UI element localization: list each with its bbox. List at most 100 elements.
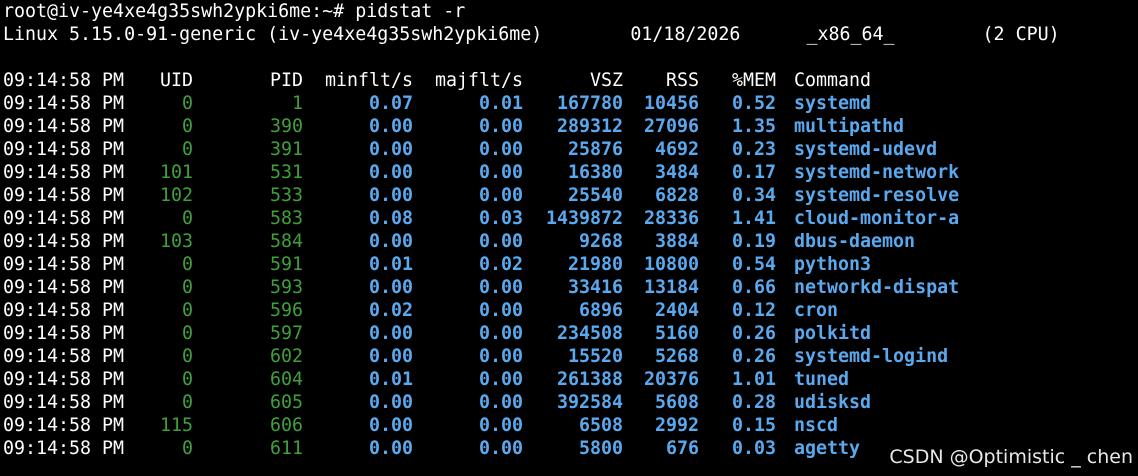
terminal-window[interactable]: root@iv-ye4xe4g35swh2ypki6me:~# pidstat … — [3, 0, 1133, 460]
cell-vsz: 261388 — [556, 369, 623, 390]
cell-uid: 0 — [181, 116, 193, 137]
cell-command: multipathd — [794, 116, 905, 137]
cell-minflt: 0.01 — [368, 254, 413, 275]
cell-minflt: 0.00 — [368, 346, 413, 367]
cell-uid: 0 — [181, 277, 193, 298]
cell-vsz: 6896 — [578, 300, 623, 321]
cell-pid: 583 — [269, 208, 303, 229]
cell-command: systemd-resolve — [794, 185, 960, 206]
cell-minflt: 0.08 — [368, 208, 413, 229]
cell-time: 09:14:58 PM — [3, 162, 125, 183]
table-row: 09:14:58 PM 0 1 0.07 0.01 167780 10456 0.52 syst… — [3, 92, 1133, 115]
cell-vsz: 33416 — [567, 277, 623, 298]
cell-minflt: 0.00 — [368, 323, 413, 344]
cell-rss: 28336 — [643, 208, 699, 229]
cell-rss: 5160 — [654, 323, 699, 344]
cell-uid: 0 — [181, 208, 193, 229]
cell-rss: 4692 — [654, 139, 699, 160]
cell-rss: 20376 — [643, 369, 699, 390]
table-row: 09:14:58 PM 102 533 0.00 0.00 25540 6828 0.34 sy… — [3, 184, 1133, 207]
cell-command: nscd — [794, 415, 839, 436]
cell-uid: 0 — [181, 93, 193, 114]
cell-rss: 676 — [665, 438, 699, 459]
cell-time: 09:14:58 PM — [3, 346, 125, 367]
cell-command: python3 — [794, 254, 872, 275]
cell-pid: 606 — [269, 415, 303, 436]
cell-majflt: 0.00 — [478, 116, 523, 137]
cell-pid: 584 — [269, 231, 303, 252]
cell-majflt: 0.03 — [478, 208, 523, 229]
cell-time: 09:14:58 PM — [3, 139, 125, 160]
table-row: 09:14:58 PM 0 597 0.00 0.00 234508 5160 0.26 pol… — [3, 322, 1133, 345]
cell-pid: 604 — [269, 369, 303, 390]
cell-pid: 391 — [269, 139, 303, 160]
table-row: 09:14:58 PM 0 604 0.01 0.00 261388 20376 1.01 tu… — [3, 368, 1133, 391]
cell-minflt: 0.00 — [368, 185, 413, 206]
table-row: 09:14:58 PM 103 584 0.00 0.00 9268 3884 0.19 dbu… — [3, 230, 1133, 253]
cell-mem: 0.19 — [731, 231, 776, 252]
header-time: 09:14:58 PM — [3, 70, 125, 91]
cell-command: networkd-dispat — [794, 277, 960, 298]
cell-minflt: 0.01 — [368, 369, 413, 390]
cell-uid: 0 — [181, 323, 193, 344]
cell-mem: 0.15 — [731, 415, 776, 436]
cell-rss: 5608 — [654, 392, 699, 413]
cell-pid: 597 — [269, 323, 303, 344]
cell-time: 09:14:58 PM — [3, 438, 125, 459]
cell-majflt: 0.01 — [478, 93, 523, 114]
cell-rss: 2992 — [654, 415, 699, 436]
header-command: Command — [794, 70, 872, 91]
cell-majflt: 0.02 — [478, 254, 523, 275]
cell-time: 09:14:58 PM — [3, 116, 125, 137]
cell-uid: 0 — [181, 369, 193, 390]
cell-time: 09:14:58 PM — [3, 369, 125, 390]
system-info-line: Linux 5.15.0-91-generic (iv-ye4xe4g35swh… — [3, 24, 1060, 45]
cell-pid: 390 — [269, 116, 303, 137]
cell-pid: 593 — [269, 277, 303, 298]
cell-vsz: 25876 — [567, 139, 623, 160]
cell-majflt: 0.00 — [478, 231, 523, 252]
cell-mem: 0.12 — [731, 300, 776, 321]
cell-vsz: 234508 — [556, 323, 623, 344]
table-row: 09:14:58 PM 0 605 0.00 0.00 392584 5608 0.28 udi… — [3, 391, 1133, 414]
cell-pid: 596 — [269, 300, 303, 321]
cell-majflt: 0.00 — [478, 438, 523, 459]
cell-vsz: 1439872 — [545, 208, 623, 229]
cell-vsz: 289312 — [556, 116, 623, 137]
cell-majflt: 0.00 — [478, 277, 523, 298]
cell-uid: 0 — [181, 438, 193, 459]
cell-time: 09:14:58 PM — [3, 208, 125, 229]
cell-vsz: 167780 — [556, 93, 623, 114]
table-row: 09:14:58 PM 0 583 0.08 0.03 1439872 28336 1.41 c… — [3, 207, 1133, 230]
cell-mem: 0.34 — [731, 185, 776, 206]
cell-time: 09:14:58 PM — [3, 185, 125, 206]
cell-time: 09:14:58 PM — [3, 254, 125, 275]
cell-vsz: 6508 — [578, 415, 623, 436]
cell-rss: 6828 — [654, 185, 699, 206]
cell-command: systemd-network — [794, 162, 960, 183]
table-row: 09:14:58 PM 0 596 0.02 0.00 6896 2404 0.12 cron — [3, 299, 1133, 322]
cell-majflt: 0.00 — [478, 415, 523, 436]
table-row: 09:14:58 PM 0 391 0.00 0.00 25876 4692 0.23 syst… — [3, 138, 1133, 161]
cell-rss: 5268 — [654, 346, 699, 367]
cell-pid: 602 — [269, 346, 303, 367]
cell-vsz: 15520 — [567, 346, 623, 367]
cell-rss: 3884 — [654, 231, 699, 252]
table-header: 09:14:58 PM UID PID minflt/s majflt/s VS… — [3, 69, 1133, 92]
cell-command: systemd-logind — [794, 346, 949, 367]
cell-minflt: 0.00 — [368, 277, 413, 298]
cell-uid: 102 — [159, 185, 193, 206]
cell-majflt: 0.00 — [478, 346, 523, 367]
cell-command: systemd-udevd — [794, 139, 938, 160]
cell-mem: 0.54 — [731, 254, 776, 275]
cell-command: cloud-monitor-a — [794, 208, 960, 229]
cell-vsz: 21980 — [567, 254, 623, 275]
cell-minflt: 0.00 — [368, 415, 413, 436]
table-row: 09:14:58 PM 115 606 0.00 0.00 6508 2992 0.15 nsc… — [3, 414, 1133, 437]
table-row: 09:14:58 PM 0 593 0.00 0.00 33416 13184 0.66 net… — [3, 276, 1133, 299]
cell-mem: 0.26 — [731, 323, 776, 344]
cell-mem: 0.23 — [731, 139, 776, 160]
cell-rss: 3484 — [654, 162, 699, 183]
cell-command: polkitd — [794, 323, 872, 344]
